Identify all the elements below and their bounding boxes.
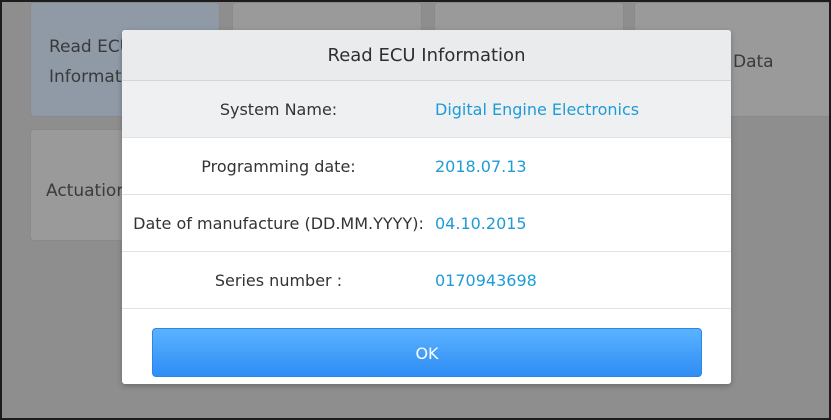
app-screen: Read ECU Information Data Actuation Read… [0, 0, 831, 420]
tile-label: Actuation [46, 181, 128, 201]
row-value: 2018.07.13 [435, 156, 527, 176]
row-label: Date of manufacture (DD.MM.YYYY): [133, 213, 424, 233]
row-value: Digital Engine Electronics [435, 99, 640, 119]
info-row-programming-date: Programming date: 2018.07.13 [122, 138, 731, 195]
info-row-date-of-manufacture: Date of manufacture (DD.MM.YYYY): 04.10.… [122, 195, 731, 252]
tile-label: Data [733, 52, 774, 72]
info-row-system-name: System Name: Digital Engine Electronics [122, 81, 731, 138]
row-value: 04.10.2015 [435, 213, 527, 233]
ecu-info-dialog: Read ECU Information System Name: Digita… [122, 30, 731, 384]
dialog-footer: OK [122, 327, 731, 384]
row-label: System Name: [219, 99, 338, 119]
ok-button[interactable]: OK [152, 328, 702, 377]
info-row-series-number: Series number : 0170943698 [122, 252, 731, 309]
row-label: Programming date: [201, 156, 356, 176]
dialog-title: Read ECU Information [122, 30, 731, 81]
row-label: Series number : [214, 270, 343, 290]
row-value: 0170943698 [435, 270, 537, 290]
